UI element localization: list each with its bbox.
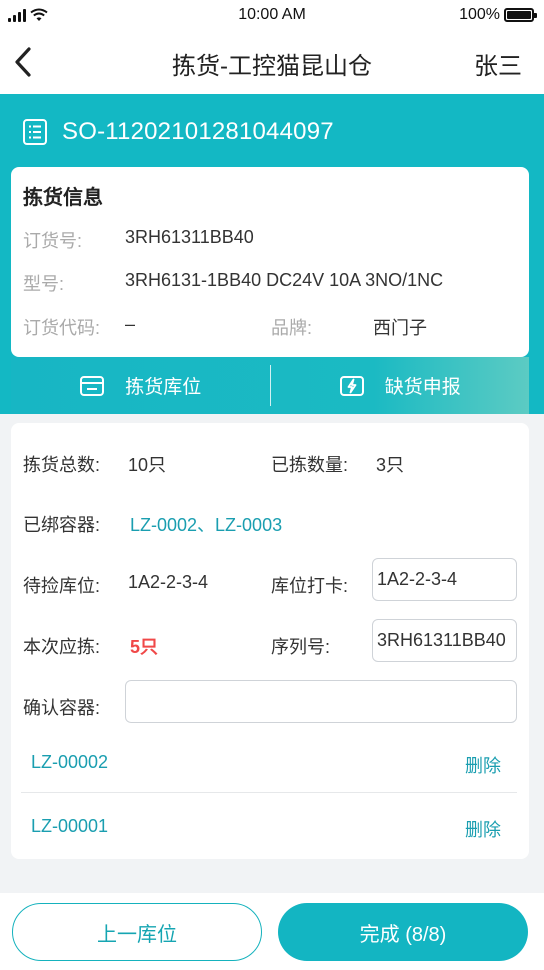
order-number: SO-11202101281044097 <box>62 118 334 145</box>
location-checkin-input[interactable]: 1A2-2-3-4 <box>372 558 517 601</box>
picked-value: 3只 <box>376 455 405 475</box>
picking-info-card: 拣货信息 订货号: 3RH61311BB40 型号: 3RH6131-1BB40… <box>11 167 529 357</box>
document-list-icon <box>23 119 47 145</box>
total-value: 10只 <box>128 455 167 475</box>
pick-detail-card: 拣货总数: 10只 已拣数量: 3只 已绑容器: LZ-0002、LZ-0003… <box>11 423 529 859</box>
status-bar: 10:00 AM 100% <box>0 0 544 32</box>
checkin-label: 库位打卡: <box>271 576 349 596</box>
confirm-container-input[interactable] <box>125 680 517 723</box>
bound-containers[interactable]: LZ-0002、LZ-0003 <box>130 511 282 537</box>
brand-row: 品牌: 西门子 <box>271 314 427 340</box>
battery-percent: 100% <box>459 6 500 23</box>
brand-value: 西门子 <box>373 318 427 338</box>
order-no-label: 订货号: <box>23 231 83 251</box>
bottom-bar: 上一库位 完成 (8/8) <box>0 893 544 970</box>
delete-button[interactable]: 删除 <box>465 752 501 778</box>
pending-location-value: 1A2-2-3-4 <box>128 572 209 592</box>
container-code: LZ-00001 <box>31 816 109 836</box>
complete-button[interactable]: 完成 (8/8) <box>278 903 528 961</box>
shortage-report-button[interactable]: 缺货申报 <box>271 357 530 414</box>
should-pick-value: 5只 <box>130 637 159 657</box>
serial-number-input[interactable]: 3RH61311BB40 <box>372 619 517 662</box>
code-value: – <box>125 314 136 334</box>
model-value: 3RH6131-1BB40 DC24V 10A 3NO/1NC <box>125 270 444 290</box>
order-header: SO-11202101281044097 <box>22 112 334 152</box>
bound-label: 已绑容器: <box>23 515 101 535</box>
previous-location-button[interactable]: 上一库位 <box>12 903 262 961</box>
list-divider <box>21 792 517 793</box>
code-row: 订货代码: – <box>23 314 135 340</box>
battery-icon <box>504 8 537 22</box>
pick-location-label: 拣货库位 <box>125 377 202 398</box>
should-pick-label: 本次应拣: <box>23 637 101 657</box>
model-label: 型号: <box>23 274 65 294</box>
nav-bar: 拣货-工控猫昆山仓 张三 <box>0 32 544 94</box>
model-row: 型号: 3RH6131-1BB40 DC24V 10A 3NO/1NC <box>23 270 443 296</box>
user-name[interactable]: 张三 <box>474 46 522 81</box>
picked-label: 已拣数量: <box>271 455 349 475</box>
page-title: 拣货-工控猫昆山仓 <box>172 53 372 80</box>
status-right: 100% <box>459 6 537 24</box>
wallet-card-icon <box>80 375 105 396</box>
confirm-container-label: 确认容器: <box>23 698 101 718</box>
brand-label: 品牌: <box>271 318 313 338</box>
serial-label: 序列号: <box>271 637 331 657</box>
shortage-report-label: 缺货申报 <box>384 377 461 398</box>
lightning-box-icon <box>339 375 364 396</box>
pick-location-button[interactable]: 拣货库位 <box>11 357 270 414</box>
code-label: 订货代码: <box>23 318 101 338</box>
action-bar: 拣货库位 缺货申报 <box>11 357 529 414</box>
delete-button[interactable]: 删除 <box>465 816 501 842</box>
pending-location-label: 待捡库位: <box>23 576 101 596</box>
order-no-row: 订货号: 3RH61311BB40 <box>23 227 254 253</box>
container-code: LZ-00002 <box>31 752 109 772</box>
order-no-value: 3RH61311BB40 <box>125 227 254 247</box>
card-title: 拣货信息 <box>23 187 103 209</box>
total-label: 拣货总数: <box>23 455 101 475</box>
